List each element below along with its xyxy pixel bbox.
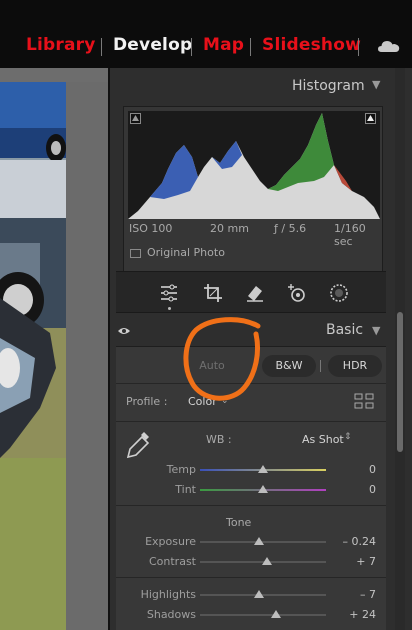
module-develop[interactable]: Develop <box>113 35 192 55</box>
hdr-button[interactable]: HDR <box>328 355 382 377</box>
profile-browser-grid-icon[interactable] <box>354 393 374 409</box>
tone-label: Tone <box>226 516 252 529</box>
tool-strip <box>116 271 386 313</box>
photo-image <box>0 68 108 630</box>
shadows-slider-thumb[interactable] <box>270 610 281 618</box>
histogram-panel: ISO 100 20 mm ƒ / 5.6 1/160 sec Original… <box>123 106 383 286</box>
contrast-value[interactable]: + 7 <box>336 555 376 568</box>
divider <box>116 505 386 506</box>
cloud-icon[interactable] <box>378 40 400 52</box>
wb-label: WB : <box>206 433 232 446</box>
highlights-slider-thumb[interactable] <box>254 590 265 598</box>
basic-collapse-icon[interactable]: ▼ <box>372 324 380 337</box>
module-separator <box>358 38 359 56</box>
exif-focal-length: 20 mm <box>210 222 249 235</box>
exif-iso: ISO 100 <box>129 222 173 235</box>
module-picker: Library Develop Map Slideshow <box>0 0 412 68</box>
highlights-value[interactable]: – 7 <box>336 588 376 601</box>
module-library[interactable]: Library <box>26 35 96 55</box>
button-separator <box>320 360 321 372</box>
basic-title[interactable]: Basic <box>326 322 363 338</box>
temp-slider-thumb[interactable] <box>258 465 268 473</box>
histogram-title[interactable]: Histogram <box>292 78 365 94</box>
module-separator <box>101 38 102 56</box>
exif-shutter: 1/160 sec <box>334 222 366 248</box>
contrast-slider-thumb[interactable] <box>261 557 272 565</box>
module-separator <box>191 38 192 56</box>
photo-preview[interactable] <box>0 68 108 630</box>
eye-icon[interactable] <box>118 327 130 335</box>
shadows-value[interactable]: + 24 <box>336 608 376 621</box>
eraser-icon[interactable] <box>244 282 266 304</box>
shadows-label: Shadows <box>146 608 196 621</box>
temp-label: Temp <box>166 463 196 476</box>
exposure-slider-thumb[interactable] <box>254 537 265 545</box>
mask-icon[interactable] <box>328 282 350 304</box>
original-photo-checkbox[interactable] <box>130 249 141 258</box>
wb-dropdown[interactable]: As Shot <box>302 433 344 446</box>
contrast-label: Contrast <box>148 555 196 568</box>
redeye-icon[interactable] <box>286 282 308 304</box>
highlights-label: Highlights <box>140 588 196 601</box>
crop-icon[interactable] <box>202 282 224 304</box>
divider <box>116 577 386 578</box>
tint-label: Tint <box>175 483 196 496</box>
tint-slider-thumb[interactable] <box>258 485 268 493</box>
exposure-value[interactable]: – 0.24 <box>336 535 377 548</box>
shadows-slider-track[interactable] <box>200 614 326 616</box>
exposure-label: Exposure <box>145 535 196 548</box>
module-separator <box>250 38 251 56</box>
original-photo-label: Original Photo <box>147 246 225 259</box>
tint-value[interactable]: 0 <box>336 483 376 496</box>
triangle-icon <box>367 115 374 121</box>
histogram-graph <box>128 113 380 219</box>
module-slideshow[interactable]: Slideshow <box>262 35 361 55</box>
profile-label: Profile : <box>126 395 168 408</box>
histogram-plot[interactable] <box>128 111 380 219</box>
white-balance-eyedropper-icon[interactable] <box>126 429 152 461</box>
triangle-icon <box>132 115 139 121</box>
histogram-collapse-icon[interactable]: ▼ <box>372 78 380 91</box>
sliders-icon[interactable] <box>158 282 180 304</box>
divider <box>116 421 386 422</box>
active-tool-dot <box>168 307 171 310</box>
temp-value[interactable]: 0 <box>336 463 376 476</box>
exif-aperture: ƒ / 5.6 <box>274 222 307 235</box>
annotation-circle <box>183 317 261 401</box>
module-map[interactable]: Map <box>203 35 244 55</box>
bw-button[interactable]: B&W <box>262 355 316 377</box>
updown-chevron-icon[interactable]: ⇕ <box>344 432 352 442</box>
